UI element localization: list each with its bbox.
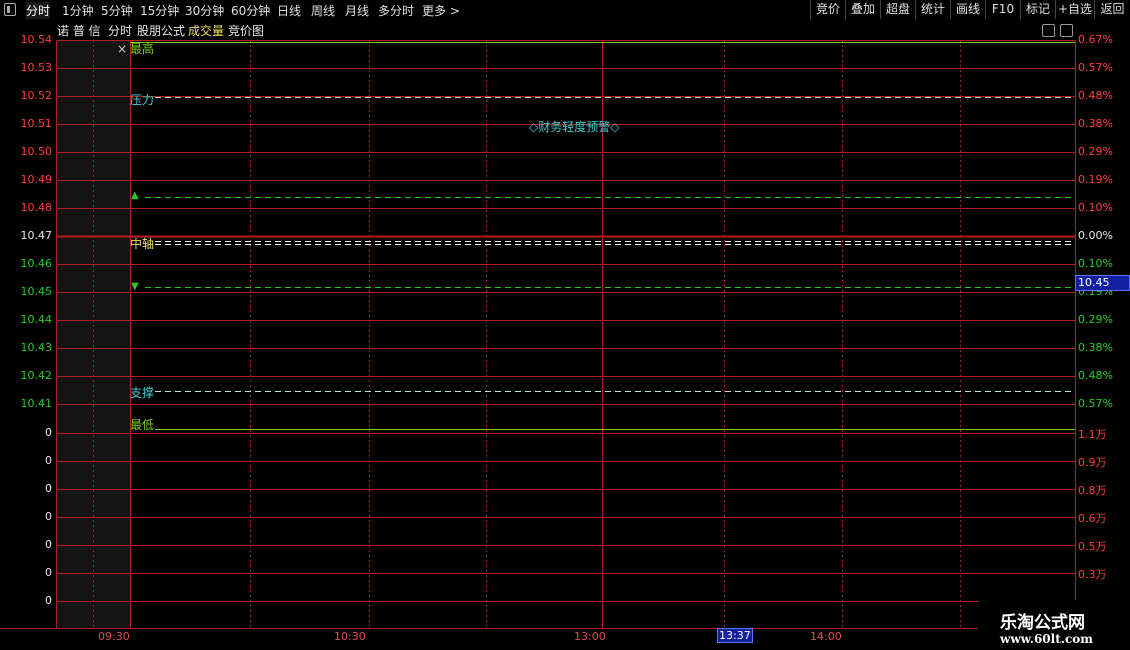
percent-label: 0.38%: [1078, 341, 1113, 354]
percent-label: 0.10%: [1078, 257, 1113, 270]
volume-right-label: 0.6万: [1078, 512, 1107, 525]
price-label: 10.49: [20, 173, 53, 186]
price-label: 10.53: [20, 61, 53, 74]
high-label: 最高: [130, 42, 155, 56]
premarket-region: [56, 40, 130, 628]
price-label: 10.48: [20, 201, 53, 214]
price-label: 10.44: [20, 313, 53, 326]
percent-label: 0.29%: [1078, 145, 1113, 158]
current-price-value: 10.45: [1078, 276, 1110, 289]
support-label: 支撑: [130, 386, 155, 400]
resistance-label: 压力: [130, 93, 155, 107]
price-label: 10.42: [20, 369, 53, 382]
volume-right-label: 1.1万: [1078, 428, 1107, 441]
watermark-url: www.60lt.com: [1000, 632, 1093, 646]
volume-left-label: 0: [45, 482, 52, 495]
percent-label: 0.48%: [1078, 369, 1113, 382]
price-label: 10.51: [20, 117, 53, 130]
time-label-1400: 14:00: [810, 630, 842, 643]
time-label-1030: 10:30: [334, 630, 366, 643]
price-label: 10.41: [20, 397, 53, 410]
up-arrow-icon: ▲: [131, 190, 139, 201]
axis-label: 中轴: [130, 237, 155, 251]
low-label: 最低: [130, 418, 155, 432]
volume-right-label: 0.5万: [1078, 540, 1107, 553]
volume-left-label: 0: [45, 594, 52, 607]
down-arrow-icon: ▼: [131, 281, 139, 292]
time-cursor-label: 13:37: [717, 628, 753, 643]
financial-warning-label: ◇财务轻度预警◇: [529, 120, 620, 134]
volume-right-label: 0.8万: [1078, 484, 1107, 497]
time-label-0930: 09:30: [98, 630, 130, 643]
percent-label: 0.29%: [1078, 313, 1113, 326]
percent-label: 0.57%: [1078, 61, 1113, 74]
volume-right-label: 0.3万: [1078, 568, 1107, 581]
price-label: 10.47: [20, 229, 53, 242]
price-label: 10.46: [20, 257, 53, 270]
volume-left-label: 0: [45, 426, 52, 439]
price-label: 10.52: [20, 89, 53, 102]
percent-label: 0.38%: [1078, 117, 1113, 130]
percent-label: 0.57%: [1078, 397, 1113, 410]
percent-label: 0.48%: [1078, 89, 1113, 102]
close-icon[interactable]: ×: [117, 42, 127, 56]
volume-right-label: 0.9万: [1078, 456, 1107, 469]
volume-left-label: 0: [45, 454, 52, 467]
percent-label: 0.00%: [1078, 229, 1113, 242]
price-label: 10.50: [20, 145, 53, 158]
intraday-chart: [0, 40, 1130, 629]
volume-left-label: 0: [45, 538, 52, 551]
percent-label: 0.10%: [1078, 201, 1113, 214]
current-price-tag: 10.45: [1075, 275, 1130, 291]
volume-left-label: 0: [45, 566, 52, 579]
time-label-1300: 13:00: [574, 630, 606, 643]
price-label: 10.43: [20, 341, 53, 354]
percent-label: 0.67%: [1078, 33, 1113, 46]
percent-label: 0.19%: [1078, 173, 1113, 186]
price-label: 10.45: [20, 285, 53, 298]
price-label: 10.54: [20, 33, 53, 46]
volume-left-label: 0: [45, 510, 52, 523]
watermark-title: 乐淘公式网: [1000, 613, 1085, 633]
